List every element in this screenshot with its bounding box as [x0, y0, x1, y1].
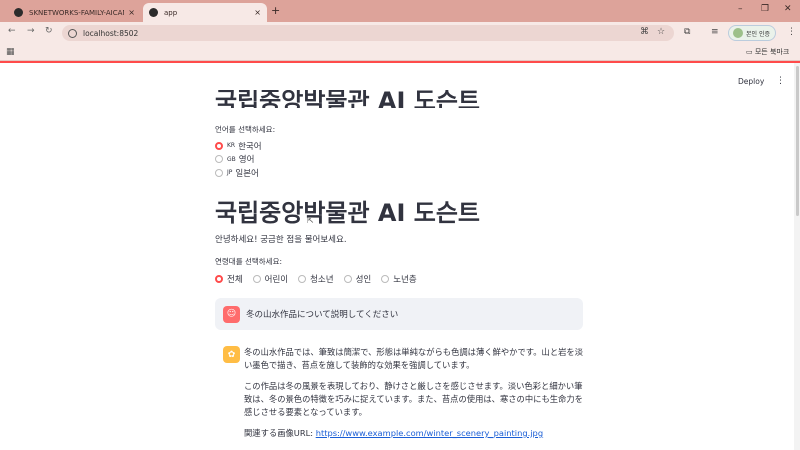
assistant-paragraph: この作品は冬の風景を表現しており、静けさと厳しさを感じさせます。淡い色彩と細かい…: [244, 381, 583, 417]
radio-age-senior[interactable]: 노년층: [381, 273, 417, 285]
profile-label: 본인 인증: [746, 30, 770, 38]
chat-message-user: ☺ 冬の山水作品について説明してください: [215, 298, 583, 330]
flag-kr: KR: [227, 142, 236, 150]
url-text: localhost:8502: [83, 28, 139, 38]
deploy-button[interactable]: Deploy: [738, 77, 764, 86]
chrome-menu-icon[interactable]: ⋮: [787, 27, 796, 37]
user-message-text: 冬の山水作品について説明してください: [246, 310, 399, 320]
media-icon[interactable]: ≡: [711, 27, 719, 37]
minimize-button[interactable]: –: [738, 4, 743, 14]
radio-label: 전체: [227, 275, 243, 285]
radio-age-child[interactable]: 어린이: [252, 273, 289, 285]
age-radio-group: 전체 어린이 청소년 성인 노년층: [215, 273, 417, 285]
radio-unselected-icon: [215, 168, 223, 177]
radio-label: 일본어: [235, 168, 259, 179]
chat-message-assistant: ✿ 冬の山水作品では、筆致は簡潔で、形態は単純ながらも色調は薄く鮮やかです。山と…: [223, 346, 583, 448]
address-bar[interactable]: localhost:8502: [62, 25, 674, 41]
radio-unselected-icon: [215, 155, 223, 164]
radio-age-teen[interactable]: 청소년: [298, 273, 334, 285]
tab-label: SKNETWORKS-FAMILY-AICAMP: [29, 8, 125, 17]
profile-button[interactable]: 본인 인증: [728, 25, 776, 41]
radio-unselected-icon: [343, 275, 352, 283]
all-bookmarks-label: 모든 북마크: [754, 48, 790, 56]
assistant-avatar-icon: ✿: [223, 346, 240, 363]
translate-icon[interactable]: ⌘: [640, 27, 649, 37]
radio-age-adult[interactable]: 성인: [343, 273, 372, 285]
greeting-text: 안녕하세요! 궁금한 점을 물어보세요.: [215, 235, 347, 245]
radio-selected-icon: [215, 275, 223, 283]
avatar: [733, 28, 743, 38]
user-avatar-icon: ☺: [223, 305, 240, 323]
radio-language-english[interactable]: GB 영어: [215, 153, 262, 167]
close-tab-icon[interactable]: ×: [128, 8, 135, 17]
apps-grid-icon[interactable]: ▦: [6, 47, 15, 57]
radio-unselected-icon: [298, 275, 307, 283]
reload-icon[interactable]: ↻: [45, 26, 53, 36]
page-title-top: 국립중앙박물관 AI 도슨트: [215, 90, 481, 108]
radio-selected-icon: [215, 141, 223, 150]
language-label: 언어를 선택하세요:: [215, 125, 276, 134]
radio-unselected-icon: [252, 275, 261, 283]
image-url-label: 関連する画像URL:: [244, 428, 316, 438]
page-title-scrolled: 국립중앙박물관 AI 도슨트: [215, 90, 480, 108]
page-title: 국립중앙박물관 AI 도슨트: [215, 199, 481, 227]
radio-unselected-icon: [381, 275, 390, 283]
image-url-link[interactable]: https://www.example.com/winter_scenery_p…: [316, 428, 543, 438]
github-icon: [14, 8, 23, 17]
bookmark-star-icon[interactable]: ☆: [657, 27, 665, 37]
close-window-button[interactable]: ✕: [784, 4, 792, 14]
flag-gb: GB: [227, 155, 236, 163]
forward-icon[interactable]: →: [27, 26, 35, 36]
site-info-icon[interactable]: [68, 28, 77, 38]
close-tab-icon[interactable]: ×: [254, 8, 261, 17]
back-icon[interactable]: ←: [8, 26, 16, 36]
radio-label: 영어: [238, 155, 255, 166]
image-url-line: 関連する画像URL: https://www.example.com/winte…: [244, 427, 583, 440]
extensions-icon[interactable]: ⧉: [684, 27, 690, 37]
app-menu-icon[interactable]: ⋮: [776, 76, 785, 86]
assistant-paragraph: 冬の山水作品では、筆致は簡潔で、形態は単純ながらも色調は薄く鮮やかです。山と岩を…: [244, 347, 584, 370]
mouse-cursor-icon: ⇱: [307, 216, 314, 225]
folder-icon: ▭: [746, 48, 755, 56]
radio-language-korean[interactable]: KR 한국어: [215, 139, 262, 153]
scrollbar-thumb[interactable]: [796, 66, 799, 216]
language-radio-group: KR 한국어 GB 영어 JP 일본어: [215, 139, 262, 180]
radio-label: 노년층: [393, 275, 417, 285]
assistant-message-body: 冬の山水作品では、筆致は簡潔で、形態は単純ながらも色調は薄く鮮やかです。山と岩を…: [244, 346, 583, 448]
app-header-decoration: [0, 61, 800, 63]
radio-language-japanese[interactable]: JP 일본어: [215, 166, 262, 180]
radio-label: 청소년: [310, 275, 334, 285]
tab-label: app: [164, 8, 178, 17]
browser-tab-sknetworks[interactable]: SKNETWORKS-FAMILY-AICAMP ×: [8, 3, 141, 22]
bookmarks-bar: [0, 43, 800, 61]
radio-label: 어린이: [264, 275, 289, 285]
streamlit-icon: [149, 8, 158, 17]
age-label: 연령대를 선택하세요:: [215, 257, 283, 266]
new-tab-button[interactable]: +: [271, 4, 280, 17]
radio-label: 성인: [355, 275, 372, 285]
radio-age-all[interactable]: 전체: [215, 273, 243, 285]
radio-label: 한국어: [238, 141, 262, 152]
flag-jp: JP: [227, 169, 233, 177]
maximize-button[interactable]: ❐: [761, 4, 769, 14]
all-bookmarks-link[interactable]: ▭ 모든 북마크: [746, 47, 789, 57]
browser-tab-app[interactable]: app ×: [143, 3, 267, 22]
